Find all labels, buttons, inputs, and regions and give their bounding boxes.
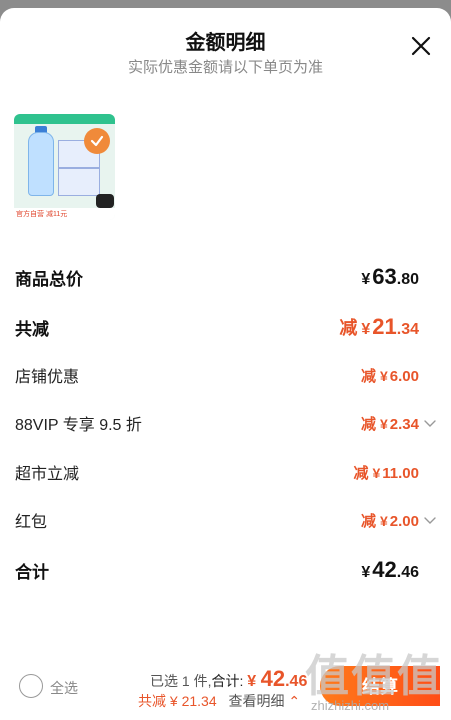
chevron-up-icon[interactable]: ⌃ — [288, 693, 300, 709]
bottle-shape — [28, 132, 54, 196]
row-red-packet[interactable]: 红包 减 ¥2.00 — [15, 505, 437, 535]
box-shape — [58, 168, 100, 196]
row-amount: 减 ¥2.34 — [360, 415, 419, 433]
product-image[interactable]: 官方自营 减11元 — [14, 114, 115, 220]
row-label: 88VIP 专享 9.5 折 — [15, 417, 142, 434]
total-label: 合计: — [211, 673, 244, 689]
row-amount: 减 ¥21.34 — [339, 314, 419, 339]
view-detail-link[interactable]: 查看明细 — [229, 693, 285, 709]
row-label: 超市立减 — [15, 466, 80, 483]
mascot-icon — [96, 194, 114, 208]
row-amount: 减 ¥6.00 — [360, 367, 419, 385]
row-label: 店铺优惠 — [15, 369, 80, 386]
discount-text: 共减 ¥ 21.34 — [138, 693, 217, 709]
row-label: 合计 — [15, 562, 49, 582]
row-label: 共减 — [15, 319, 49, 339]
row-amount: ¥63.80 — [361, 264, 419, 289]
row-total-discount: 共减 减 ¥21.34 — [15, 312, 437, 342]
close-icon[interactable] — [409, 34, 433, 58]
row-amount: 减 ¥11.00 — [353, 464, 419, 482]
chevron-down-icon[interactable] — [423, 416, 437, 430]
product-banner — [14, 114, 115, 124]
selected-count: 已选 1 件, — [150, 673, 212, 689]
check-icon[interactable] — [84, 128, 110, 154]
row-supermarket-discount: 超市立减 减 ¥11.00 — [15, 457, 437, 487]
discount-summary[interactable]: 共减 ¥ 21.34 查看明细 ⌃ — [138, 691, 300, 711]
select-all-label[interactable]: 全选 — [50, 678, 78, 698]
row-label: 商品总价 — [15, 269, 83, 289]
row-grand-total: 合计 ¥42.46 — [15, 555, 437, 585]
row-vip-discount[interactable]: 88VIP 专享 9.5 折 减 ¥2.34 — [15, 408, 437, 438]
select-all-checkbox[interactable] — [19, 674, 43, 698]
row-amount: ¥42.46 — [361, 557, 419, 582]
product-tag: 官方自营 减11元 — [16, 211, 68, 218]
row-store-discount: 店铺优惠 减 ¥6.00 — [15, 360, 437, 390]
row-label: 红包 — [15, 514, 48, 531]
selected-summary: 已选 1 件,合计: ¥ 42.46 — [150, 666, 307, 692]
sheet-subtitle: 实际优惠金额请以下单页为准 — [127, 59, 323, 76]
row-subtotal: 商品总价 ¥63.80 — [15, 262, 437, 292]
checkout-button[interactable]: 结算 — [320, 666, 440, 706]
bottom-total-amount: ¥ 42.46 — [247, 666, 308, 691]
chevron-down-icon[interactable] — [423, 513, 437, 527]
row-amount: 减 ¥2.00 — [360, 512, 419, 530]
sheet-title: 金额明细 — [185, 32, 266, 54]
